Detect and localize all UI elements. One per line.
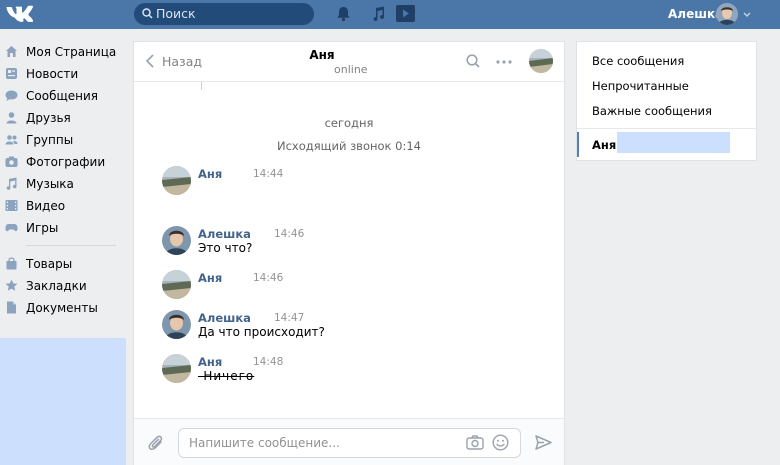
sender-avatar[interactable] xyxy=(162,310,191,339)
news-icon xyxy=(6,68,17,79)
sender-avatar[interactable] xyxy=(162,226,191,255)
games-icon xyxy=(5,224,18,232)
nav-item-my-page[interactable]: Моя Страница xyxy=(0,41,125,63)
goods-icon xyxy=(6,257,17,270)
message-input[interactable]: Напишите сообщение... xyxy=(178,428,521,458)
nav-item-music[interactable]: Музыка xyxy=(0,173,125,195)
message-item[interactable]: Аня 14:48 -Ничего xyxy=(162,354,542,388)
panel-divider xyxy=(577,128,756,129)
nav-item-goods[interactable]: Товары xyxy=(0,253,125,275)
message-time: 14:48 xyxy=(253,356,284,368)
nav-item-label: Друзья xyxy=(26,111,71,125)
filter-important[interactable]: Важные сообщения xyxy=(592,104,712,118)
message-time: 14:46 xyxy=(253,272,284,284)
more-icon[interactable] xyxy=(496,60,512,64)
nav-item-label: Игры xyxy=(26,221,59,235)
paperclip-icon[interactable] xyxy=(148,434,164,452)
message-item[interactable]: Аня 14:44 xyxy=(162,166,542,200)
peer-avatar[interactable] xyxy=(529,49,553,73)
message-item[interactable]: Аня 14:46 xyxy=(162,270,542,304)
message-text: -Ничего xyxy=(198,369,255,383)
nav-item-photos[interactable]: Фотографии xyxy=(0,151,125,173)
left-highlight-block xyxy=(0,338,126,465)
nav-item-label: Закладки xyxy=(26,279,87,293)
message-text: Это что? xyxy=(198,241,253,255)
nav-item-label: Группы xyxy=(26,133,74,147)
nav-item-label: Новости xyxy=(26,67,79,81)
nav-item-label: Видео xyxy=(26,199,66,213)
nav-divider xyxy=(26,245,116,246)
nav-item-documents[interactable]: Документы xyxy=(0,297,125,319)
message-text: Да что происходит? xyxy=(198,325,325,339)
groups-icon xyxy=(5,135,18,145)
nav-item-label: Моя Страница xyxy=(26,45,117,59)
dialog-filters-panel: Все сообщения Непрочитанные Важные сообщ… xyxy=(576,41,757,161)
message-composer: Напишите сообщение... xyxy=(134,418,564,465)
message-time: 14:44 xyxy=(253,168,284,180)
filter-all-messages[interactable]: Все сообщения xyxy=(592,54,684,68)
send-icon[interactable] xyxy=(535,435,552,450)
music-icon xyxy=(6,177,17,190)
photos-icon xyxy=(5,156,18,167)
top-bar: Поиск Алешка xyxy=(0,0,780,29)
date-separator: сегодня xyxy=(324,116,374,130)
nav-item-games[interactable]: Игры xyxy=(0,217,125,239)
peer-name[interactable]: Аня xyxy=(134,48,510,62)
video-icon[interactable] xyxy=(396,5,415,22)
message-item[interactable]: Алешка 14:47 Да что происходит? xyxy=(162,310,542,344)
message-input-placeholder: Напишите сообщение... xyxy=(189,436,340,450)
scroll-divider xyxy=(201,82,202,90)
message-time: 14:47 xyxy=(274,312,305,324)
search-icon[interactable] xyxy=(466,54,480,68)
highlight-block xyxy=(617,132,730,153)
camera-icon[interactable] xyxy=(466,435,484,450)
header-user-name[interactable]: Алешка xyxy=(668,7,723,21)
emoji-icon[interactable] xyxy=(492,434,509,451)
active-dialog-name: Аня xyxy=(592,138,617,152)
active-dialog-item[interactable]: Аня xyxy=(577,132,756,157)
bell-icon[interactable] xyxy=(336,6,351,22)
documents-icon xyxy=(7,301,16,314)
search-placeholder: Поиск xyxy=(156,6,196,21)
chat-header: Назад Аня online xyxy=(134,42,564,82)
chevron-down-icon[interactable] xyxy=(743,12,751,18)
nav-item-bookmarks[interactable]: Закладки xyxy=(0,275,125,297)
nav-item-groups[interactable]: Группы xyxy=(0,129,125,151)
call-notice: Исходящий звонок 0:14 xyxy=(277,139,421,153)
messages-icon xyxy=(5,90,18,101)
active-indicator xyxy=(577,132,579,157)
friends-icon xyxy=(6,112,17,124)
nav-item-label: Документы xyxy=(26,301,98,315)
nav-item-video[interactable]: Видео xyxy=(0,195,125,217)
header-avatar[interactable] xyxy=(716,3,738,25)
message-time: 14:46 xyxy=(274,228,305,240)
sender-avatar[interactable] xyxy=(162,270,191,299)
sender-avatar[interactable] xyxy=(162,354,191,383)
message-author[interactable]: Алешка xyxy=(198,227,251,241)
sender-avatar[interactable] xyxy=(162,166,191,195)
search-icon xyxy=(142,8,153,19)
message-item[interactable]: Алешка 14:46 Это что? xyxy=(162,226,542,260)
message-author[interactable]: Алешка xyxy=(198,311,251,325)
nav-item-label: Товары xyxy=(26,257,73,271)
chat-panel: Назад Аня online сегодня Исходящий звоно… xyxy=(133,41,565,465)
nav-item-label: Фотографии xyxy=(26,155,106,169)
peer-status: online xyxy=(334,63,368,76)
message-author[interactable]: Аня xyxy=(198,355,222,369)
nav-item-label: Сообщения xyxy=(26,89,99,103)
message-author[interactable]: Аня xyxy=(198,271,222,285)
nav-item-messages[interactable]: Сообщения xyxy=(0,85,125,107)
nav-item-friends[interactable]: Друзья xyxy=(0,107,125,129)
left-navigation: Моя Страница Новости Сообщения Друзья Гр… xyxy=(0,41,125,319)
bookmarks-icon xyxy=(5,279,18,291)
vk-logo-icon[interactable] xyxy=(5,4,33,24)
search-input[interactable]: Поиск xyxy=(134,3,314,25)
music-icon[interactable] xyxy=(371,6,386,22)
home-icon xyxy=(6,46,17,57)
filter-unread[interactable]: Непрочитанные xyxy=(592,79,689,93)
nav-item-news[interactable]: Новости xyxy=(0,63,125,85)
nav-item-label: Музыка xyxy=(26,177,74,191)
video-icon xyxy=(5,200,18,211)
message-author[interactable]: Аня xyxy=(198,167,222,181)
